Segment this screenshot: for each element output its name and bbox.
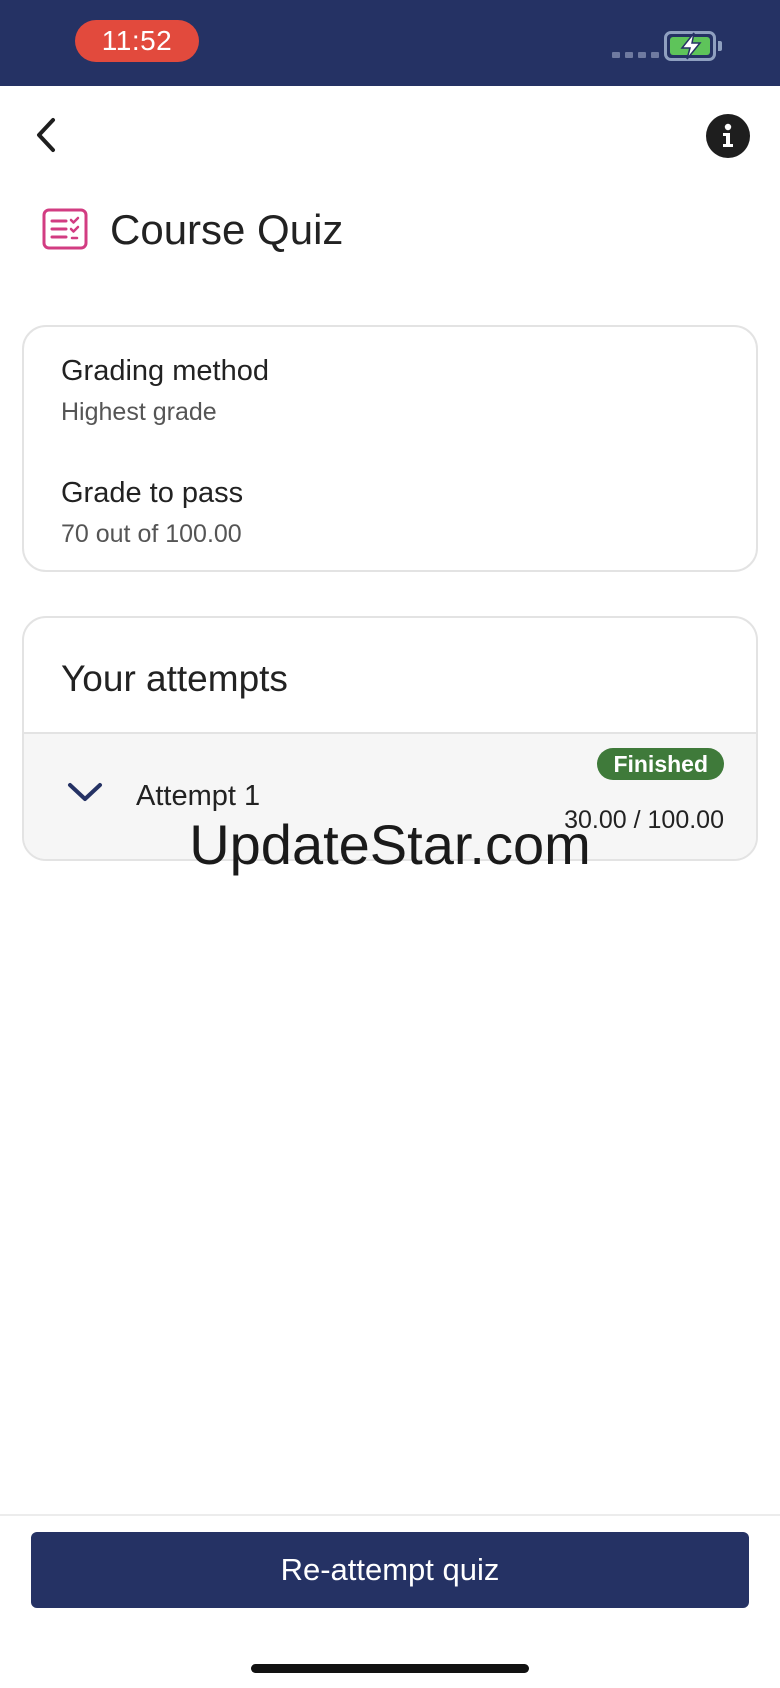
grading-info-card: Grading method Highest grade Grade to pa… [22,325,758,572]
status-bar: 11:52 [0,0,780,86]
page-title-row: Course Quiz [42,206,343,254]
reattempt-quiz-button[interactable]: Re-attempt quiz [31,1532,749,1608]
attempt-row[interactable]: Attempt 1 Finished 30.00 / 100.00 [24,732,756,859]
grade-to-pass-block: Grade to pass 70 out of 100.00 [61,477,243,549]
back-button[interactable] [24,110,68,160]
attempts-card: Your attempts Attempt 1 Finished 30.00 /… [22,616,758,861]
status-badge: Finished [597,748,724,780]
attempt-score: 30.00 / 100.00 [564,806,724,834]
status-time: 11:52 [75,20,199,62]
info-button[interactable] [706,114,750,158]
grading-method-value: Highest grade [61,398,217,426]
battery-tip [718,41,722,51]
chevron-left-icon [37,118,55,152]
signal-dots-icon [612,52,659,58]
grade-to-pass-label: Grade to pass [61,477,244,509]
attempts-title: Your attempts [61,658,288,699]
lightning-bolt-icon [680,32,702,60]
home-indicator [251,1664,529,1673]
quiz-checklist-icon [42,208,88,250]
grading-method-block: Grading method Highest grade [61,355,269,427]
chevron-down-icon [68,783,102,801]
grading-method-label: Grading method [61,355,269,387]
attempt-label: Attempt 1 [136,780,261,812]
info-icon [723,123,733,147]
page-title: Course Quiz [110,206,344,253]
grade-to-pass-value: 70 out of 100.00 [61,520,242,548]
